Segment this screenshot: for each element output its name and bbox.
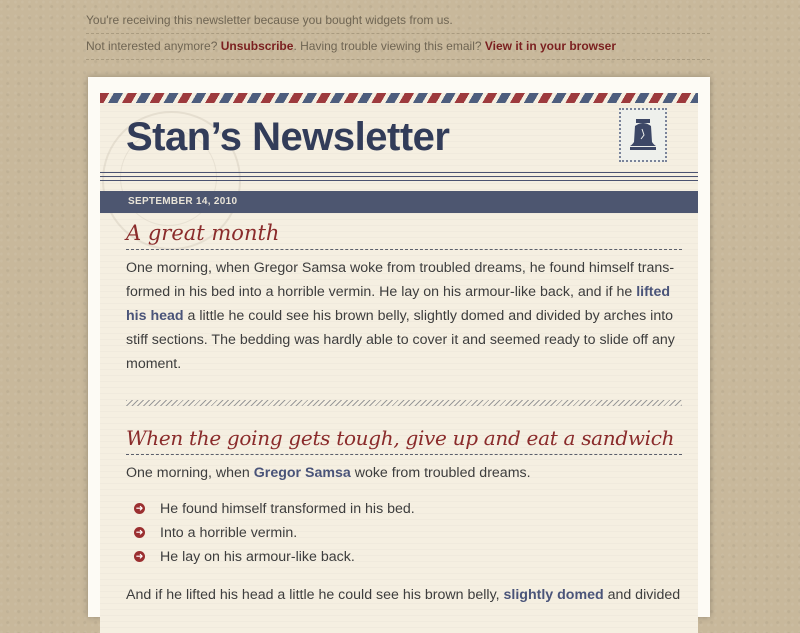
article-2-intro-a: One morning, when — [126, 465, 254, 481]
header-rules — [100, 172, 698, 184]
article-2-closing: And if he lifted his head a little he co… — [126, 583, 682, 607]
newsletter-content: A great month One morning, when Gregor S… — [126, 221, 682, 607]
view-in-browser-link[interactable]: View it in your browser — [485, 39, 616, 53]
article-2-closing-b: and divided — [603, 587, 681, 603]
unsubscribe-link[interactable]: Unsubscribe — [221, 39, 294, 53]
arrow-circle-icon: ➜ — [134, 527, 145, 538]
article-1-heading: A great month — [126, 221, 682, 250]
article-1-body: One morning, when Gregor Samsa woke from… — [126, 256, 682, 376]
bell-icon — [630, 119, 656, 150]
newsletter-paper: Stan’s Newsletter SEPTEMBER 14, 2010 A g… — [100, 93, 698, 633]
list-item: ➜ Into a horrible vermin. — [134, 521, 682, 545]
newsletter-card: Stan’s Newsletter SEPTEMBER 14, 2010 A g… — [88, 77, 710, 633]
airmail-border — [100, 93, 698, 103]
article-2-closing-a: And if he lifted his head a little he co… — [126, 587, 504, 603]
section-divider — [126, 400, 682, 406]
preheader-question: Not interested anymore? — [86, 39, 218, 53]
preheader-line-1: You're receiving this newsletter because… — [86, 8, 710, 34]
article-2-list: ➜ He found himself transformed in his bed… — [134, 497, 682, 569]
article-2-intro-b: woke from troubled dreams. — [350, 465, 531, 481]
preheader-trouble-text: . Having trouble viewing this email? — [293, 39, 482, 53]
preheader-line-2: Not interested anymore? Unsubscribe. Hav… — [86, 34, 710, 60]
list-item-text: Into a horrible vermin. — [160, 525, 298, 541]
liberty-bell-stamp-icon — [619, 108, 667, 162]
arrow-circle-icon: ➜ — [134, 503, 145, 514]
arrow-circle-icon: ➜ — [134, 551, 145, 562]
article-2-intro-bold: Gregor Samsa — [253, 465, 351, 481]
article-2-heading: When the going gets tough, give up and e… — [126, 426, 682, 455]
article-2-intro: One morning, when Gregor Samsa woke from… — [126, 461, 682, 485]
article-1-text-a: One morning, when Gregor Samsa woke from… — [126, 260, 675, 300]
article-2-closing-bold: slightly domed — [503, 587, 604, 603]
preheader: You're receiving this newsletter because… — [86, 8, 710, 60]
list-item: ➜ He found himself transformed in his bed… — [134, 497, 682, 521]
preheader-text-1: You're receiving this newsletter because… — [86, 13, 453, 27]
date-bar: SEPTEMBER 14, 2010 — [100, 191, 698, 213]
newsletter-title: Stan’s Newsletter — [126, 115, 450, 159]
list-item-text: He lay on his armour-like back. — [160, 549, 355, 565]
issue-date: SEPTEMBER 14, 2010 — [128, 196, 238, 207]
list-item: ➜ He lay on his armour-like back. — [134, 545, 682, 569]
list-item-text: He found himself transformed in his bed. — [160, 501, 415, 517]
article-1-text-b: a little he could see his brown belly, s… — [126, 308, 675, 372]
